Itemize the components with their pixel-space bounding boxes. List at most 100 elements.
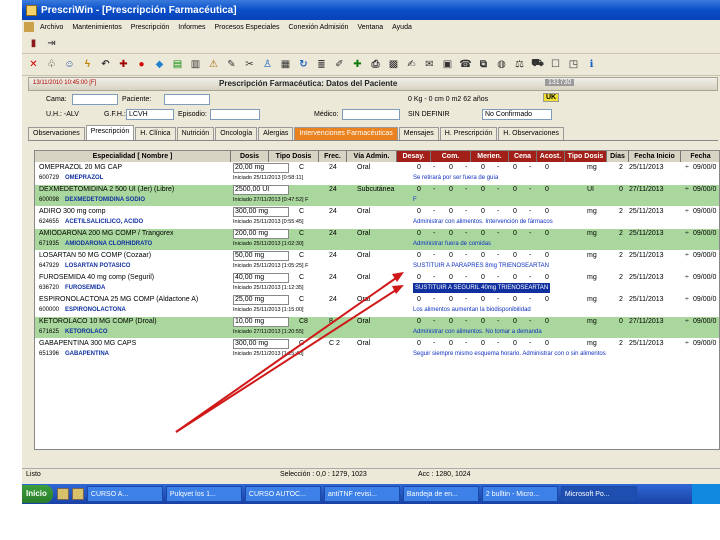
menu-archivo[interactable]: Archivo <box>40 24 63 31</box>
menu-ventana[interactable]: Ventana <box>357 24 383 31</box>
quicklaunch-icon[interactable] <box>56 488 69 500</box>
menu-prescripcion[interactable]: Prescripción <box>131 24 170 31</box>
dose-field[interactable]: 50,00 mg <box>233 251 289 261</box>
pill-icon[interactable]: ● <box>134 57 149 72</box>
doc-green-icon[interactable]: ▤ <box>170 57 185 72</box>
syringe-icon[interactable]: ✐ <box>332 57 347 72</box>
edit-icon[interactable]: ✍ <box>404 57 419 72</box>
dose-field[interactable]: 10,00 mg <box>233 317 289 327</box>
col-tipo-dosis[interactable]: Tipo Dosis <box>269 151 319 162</box>
col-desayuno[interactable]: Desay. <box>397 151 431 162</box>
dose-field[interactable]: 20,00 mg <box>233 163 289 173</box>
col-tipo-dosis-2[interactable]: Tipo Dosis <box>565 151 607 162</box>
col-dosis[interactable]: Dosis <box>231 151 269 162</box>
task-pulqvet[interactable]: Pulqvet los 1... <box>165 486 242 502</box>
truck-icon[interactable]: ⛟ <box>530 57 545 72</box>
tab-mensajes[interactable]: Mensajes <box>398 127 439 140</box>
print-icon[interactable]: ⎙ <box>368 57 383 72</box>
tab-prescripcion[interactable]: Prescripción <box>85 125 135 140</box>
col-dias[interactable]: Días <box>607 151 629 162</box>
paciente-field[interactable] <box>164 94 210 105</box>
task-curso[interactable]: CURSO A... <box>86 486 163 502</box>
calc-icon[interactable]: ▩ <box>386 57 401 72</box>
task-bulltin[interactable]: 2 bulltin - Micro... <box>481 486 558 502</box>
table-row[interactable]: GABAPENTINA 300 MG CAPS 651396 GABAPENTINA… <box>35 339 719 360</box>
task-antitnf[interactable]: antiTNF revisi... <box>323 486 400 502</box>
dose-field[interactable]: 40,00 mg <box>233 273 289 283</box>
tab-historia-clinica[interactable]: H. Clínica <box>135 127 176 140</box>
dose-field[interactable]: 25,00 mg <box>233 295 289 305</box>
col-frec[interactable]: Frec. <box>319 151 347 162</box>
lightning-icon[interactable]: ϟ <box>80 57 95 72</box>
date-stepper-icon[interactable]: ÷ <box>685 163 689 173</box>
doctor-icon[interactable]: ☺ <box>62 57 77 72</box>
word-icon[interactable] <box>71 488 84 500</box>
task-powerpoint[interactable]: Microsoft Po... <box>560 486 637 502</box>
tab-observaciones[interactable]: Observaciones <box>28 127 85 140</box>
user-icon[interactable]: ♙ <box>260 57 275 72</box>
bottle-icon[interactable]: ◍ <box>494 57 509 72</box>
col-comida[interactable]: Com. <box>431 151 471 162</box>
date-stepper-icon[interactable]: ÷ <box>685 317 689 327</box>
table-row[interactable]: KETOROLACO 10 MG COMP (Droal) 671625 KETOR… <box>35 317 719 338</box>
tab-oncologia[interactable]: Oncología <box>215 127 258 140</box>
cube-icon[interactable]: ◳ <box>566 57 581 72</box>
menu-informes[interactable]: Informes <box>178 24 205 31</box>
table-row[interactable]: OMEPRAZOL 20 MG CAP 600729 OMEPRAZOL 20,00 … <box>35 163 719 184</box>
save-icon[interactable]: ▣ <box>440 57 455 72</box>
tab-nutricion[interactable]: Nutrición <box>176 127 215 140</box>
menu-mantenimientos[interactable]: Mantenimientos <box>72 24 121 31</box>
table-row[interactable]: DEXMEDETOMIDINA 2 500 UI (Jer) (Libre) 60… <box>35 185 719 206</box>
task-bandeja[interactable]: Bandeja de en... <box>402 486 479 502</box>
task-curso-autoc[interactable]: CURSO AUTOC... <box>244 486 321 502</box>
dose-field[interactable]: 2500,00 UI <box>233 185 289 195</box>
menu-conexion-admision[interactable]: Conexión Admisión <box>289 24 349 31</box>
list-icon[interactable]: ≣ <box>314 57 329 72</box>
dose-field[interactable]: 300,00 mg <box>233 339 289 349</box>
doc-icon[interactable]: ▥ <box>188 57 203 72</box>
tab-historial-prescripcion[interactable]: H. Prescripción <box>439 127 498 140</box>
warning-icon[interactable]: ⚠ <box>206 57 221 72</box>
date-stepper-icon[interactable]: ÷ <box>685 339 689 349</box>
phone-icon[interactable]: ☎ <box>458 57 473 72</box>
date-stepper-icon[interactable]: ÷ <box>685 207 689 217</box>
table-row[interactable]: AMIODARONA 200 MG COMP / Trangorex 671935… <box>35 229 719 250</box>
chart-icon[interactable]: ▦ <box>278 57 293 72</box>
info-icon[interactable]: ℹ <box>584 57 599 72</box>
box-icon[interactable]: ☐ <box>548 57 563 72</box>
mail-icon[interactable]: ✉ <box>422 57 437 72</box>
menu-procesos-especiales[interactable]: Procesos Especiales <box>215 24 280 31</box>
water-icon[interactable]: ◆ <box>152 57 167 72</box>
col-merienda[interactable]: Merien. <box>471 151 509 162</box>
col-cena[interactable]: Cena <box>509 151 537 162</box>
copy-icon[interactable]: ⧉ <box>476 57 491 72</box>
date-stepper-icon[interactable]: ÷ <box>685 185 689 195</box>
undo-icon[interactable]: ↶ <box>98 57 113 72</box>
col-fecha-inicio[interactable]: Fecha Inicio <box>629 151 681 162</box>
menu-ayuda[interactable]: Ayuda <box>392 24 412 31</box>
balance-icon[interactable]: ⚖ <box>512 57 527 72</box>
episodio-field[interactable] <box>210 109 260 120</box>
book-icon[interactable]: ▮ <box>26 36 41 51</box>
table-row[interactable]: ADIRO 300 mg comp 624655 ACETILSALICILICO,… <box>35 207 719 228</box>
estado-select[interactable]: No Confirmado <box>482 109 552 120</box>
date-stepper-icon[interactable]: ÷ <box>685 251 689 261</box>
plus-icon[interactable]: ✚ <box>116 57 131 72</box>
date-stepper-icon[interactable]: ÷ <box>685 273 689 283</box>
table-row[interactable]: LOSARTAN 50 MG COMP (Cozaar) 647929 LOSART… <box>35 251 719 272</box>
tab-alergias[interactable]: Alergias <box>258 127 294 140</box>
tab-intervenciones[interactable]: Intervenciones Farmacéuticas <box>294 127 398 140</box>
dose-field[interactable]: 200,00 mg <box>233 229 289 239</box>
refresh-icon[interactable]: ↻ <box>296 57 311 72</box>
tab-historial-observaciones[interactable]: H. Observaciones <box>498 127 564 140</box>
exit-icon[interactable]: ⇥ <box>44 36 59 51</box>
table-row[interactable]: FUROSEMIDA 40 mg comp (Seguril) 636720 FUR… <box>35 273 719 294</box>
gfh-field[interactable]: LCVH <box>126 109 174 120</box>
table-row[interactable]: ESPIRONOLACTONA 25 MG COMP (Aldactone A)… <box>35 295 719 316</box>
binoculars-icon[interactable]: ♧ <box>44 57 59 72</box>
scissors-icon[interactable]: ✂ <box>242 57 257 72</box>
date-stepper-icon[interactable]: ÷ <box>685 229 689 239</box>
col-via[interactable]: Vía Admin. <box>347 151 397 162</box>
pen-icon[interactable]: ✎ <box>224 57 239 72</box>
close-icon[interactable]: ✕ <box>26 57 41 72</box>
